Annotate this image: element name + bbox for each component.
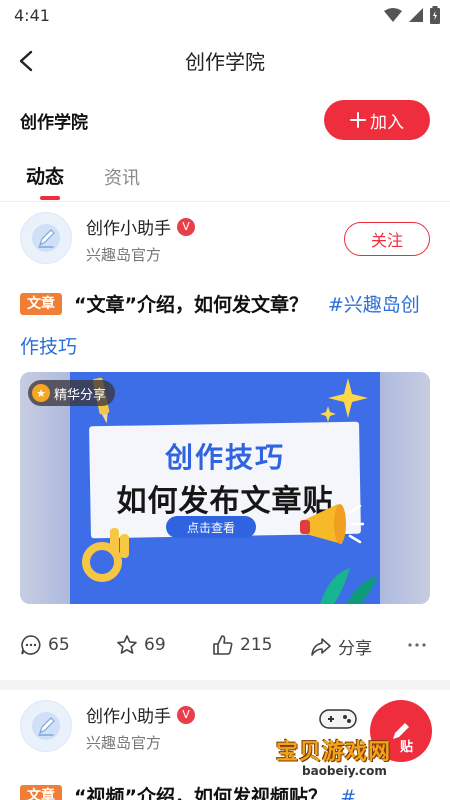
avatar[interactable] [20, 212, 72, 264]
floating-button-label: 贴 [400, 740, 414, 755]
verified-icon: V [177, 705, 195, 724]
comment-icon [21, 635, 41, 655]
featured-badge: ★ 精华分享 [28, 380, 116, 406]
system-icons [384, 6, 440, 24]
pen-icon [32, 224, 60, 252]
post-cover-image[interactable]: 创作技巧 如何发布文章贴 点击查看 ★ 精华分享 [20, 372, 430, 604]
status-bar: 4:41 [0, 0, 450, 32]
sparkle-icon [320, 378, 368, 422]
nav-bar: 创作学院 [0, 32, 450, 90]
author-name[interactable]: 创作小助手 [86, 702, 171, 727]
star-icon [117, 635, 137, 654]
watermark-text: 宝贝游戏网 [276, 740, 392, 765]
featured-badge-label: 精华分享 [54, 387, 107, 403]
post-type-tag: 文章 [20, 293, 62, 315]
join-label: 加入 [370, 112, 404, 133]
author-source: 兴趣岛官方 [86, 246, 162, 264]
post-title-text: “文章”介绍，如何发文章？ [74, 294, 308, 316]
leaf-decoration-icon [320, 568, 378, 604]
author-source: 兴趣岛官方 [86, 734, 162, 752]
avatar[interactable] [20, 700, 72, 752]
like-button[interactable]: 215 [212, 634, 272, 656]
tab-bar: 动态 资讯 [0, 152, 450, 202]
comment-count: 65 [48, 635, 70, 655]
gamepad-icon [319, 709, 357, 729]
tab-dynamic[interactable]: 动态 [26, 162, 64, 200]
favorite-count: 69 [144, 635, 166, 655]
post-author: 创作小助手 V 兴趣岛官方 关注 [20, 212, 430, 268]
author-name[interactable]: 创作小助手 [86, 214, 171, 239]
wifi-icon [384, 8, 402, 22]
status-time: 4:41 [14, 6, 50, 25]
star-badge-icon: ★ [32, 384, 50, 402]
thumbs-up-icon [213, 635, 233, 655]
watermark: 贴 宝贝游戏网 baobeiy.com [272, 700, 442, 800]
share-button[interactable]: 分享 [310, 634, 372, 659]
battery-icon [430, 6, 440, 24]
author-name-row: 创作小助手 V [86, 702, 195, 727]
cover-cta: 点击查看 [166, 516, 256, 538]
megaphone-icon [300, 504, 364, 544]
cover-blur-left [20, 372, 70, 604]
like-count: 215 [240, 635, 273, 655]
cover-banner: 创作技巧 如何发布文章贴 点击查看 [70, 372, 380, 604]
post-title[interactable]: 文章 “文章”介绍，如何发文章？ #兴趣岛创作技巧 [20, 284, 432, 368]
tab-news[interactable]: 资讯 [104, 164, 140, 190]
ok-hand-icon [82, 528, 129, 582]
plus-icon [350, 112, 366, 128]
verified-icon: V [177, 217, 195, 236]
comment-button[interactable]: 65 [20, 634, 70, 656]
share-label: 分享 [338, 639, 372, 659]
post-divider [0, 680, 450, 690]
pen-icon [32, 712, 60, 740]
page-title: 创作学院 [185, 50, 265, 74]
author-name-row: 创作小助手 V [86, 214, 195, 239]
cover-headline: 创作技巧 [70, 436, 380, 476]
join-button[interactable]: 加入 [324, 100, 430, 140]
share-icon [311, 637, 331, 656]
favorite-button[interactable]: 69 [116, 634, 166, 656]
group-name: 创作学院 [20, 113, 88, 133]
post-actions: 65 69 215 分享 [0, 628, 450, 668]
post-type-tag: 文章 [20, 785, 62, 800]
more-icon [408, 643, 426, 647]
group-header: 创作学院 加入 [0, 92, 450, 148]
cover-blur-right [380, 372, 430, 604]
follow-button[interactable]: 关注 [344, 222, 430, 256]
feed-post[interactable]: 创作小助手 V 兴趣岛官方 关注 文章 “文章”介绍，如何发文章？ #兴趣岛创作技… [0, 202, 450, 680]
watermark-url: baobeiy.com [302, 764, 387, 778]
more-button[interactable] [406, 634, 428, 656]
signal-icon [409, 8, 423, 22]
